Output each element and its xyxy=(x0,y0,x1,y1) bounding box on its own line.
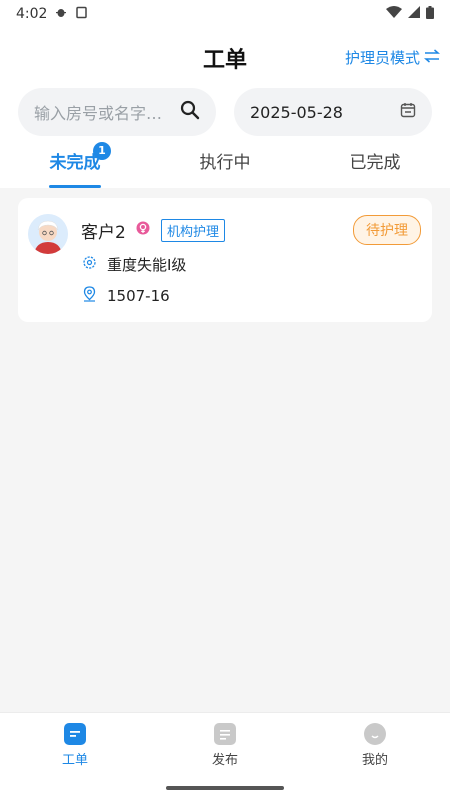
status-time: 4:02 xyxy=(16,6,48,22)
home-indicator[interactable] xyxy=(166,786,284,790)
room-number: 1507-16 xyxy=(107,287,170,305)
tab-label: 已完成 xyxy=(349,153,401,173)
gear-icon xyxy=(82,255,97,274)
battery-icon xyxy=(426,5,434,23)
profile-icon xyxy=(364,723,386,745)
nav-label: 我的 xyxy=(361,753,388,768)
filter-bar: 输入房号或名字… 2025-05-28 xyxy=(0,86,450,144)
tab-incomplete[interactable]: 未完成 1 xyxy=(0,142,150,188)
nav-mine[interactable]: 我的 xyxy=(300,713,450,800)
count-badge: 1 xyxy=(93,142,111,160)
care-level-row: 重度失能I级 xyxy=(82,254,186,275)
bug-icon xyxy=(55,6,67,22)
nav-work-orders[interactable]: 工单 xyxy=(0,713,150,800)
app-header: 工单 护理员模式 xyxy=(0,28,450,86)
date-value: 2025-05-28 xyxy=(250,102,343,122)
mode-label: 护理员模式 xyxy=(344,49,420,67)
status-bar: 4:02 xyxy=(0,0,450,28)
care-type-tag: 机构护理 xyxy=(161,219,226,242)
date-picker[interactable]: 2025-05-28 xyxy=(234,88,432,136)
order-status-tabs: 未完成 1 执行中 已完成 xyxy=(0,142,450,188)
tab-in-progress[interactable]: 执行中 xyxy=(150,144,300,188)
customer-name: 客户2 xyxy=(81,223,126,243)
work-order-icon xyxy=(64,723,86,745)
location-pin-icon xyxy=(82,286,97,306)
document-icon xyxy=(214,723,236,745)
signal-icon xyxy=(408,6,420,22)
caregiver-mode-toggle[interactable]: 护理员模式 xyxy=(344,47,441,68)
wifi-icon xyxy=(386,6,402,22)
status-badge: 待护理 xyxy=(353,215,421,245)
tab-label: 执行中 xyxy=(199,153,251,173)
care-level: 重度失能I级 xyxy=(107,256,187,274)
nav-label: 发布 xyxy=(211,753,238,768)
tab-label: 未完成 xyxy=(49,153,101,173)
bottom-nav: 工单 发布 我的 xyxy=(0,712,450,800)
order-card[interactable]: 客户2 机构护理 待护理 重度失能I级 1507-16 xyxy=(18,198,432,322)
calendar-icon xyxy=(400,102,416,122)
room-row: 1507-16 xyxy=(82,286,170,306)
nav-label: 工单 xyxy=(61,753,88,768)
search-input[interactable]: 输入房号或名字… xyxy=(34,100,172,124)
screenshot-icon xyxy=(75,6,88,23)
avatar xyxy=(28,214,68,254)
tab-completed[interactable]: 已完成 xyxy=(300,144,450,188)
search-box[interactable]: 输入房号或名字… xyxy=(18,88,216,136)
search-icon[interactable] xyxy=(180,100,200,124)
swap-icon xyxy=(423,48,441,67)
female-icon xyxy=(136,220,150,239)
